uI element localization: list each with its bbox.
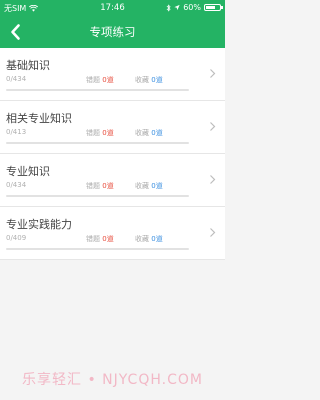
item-title: 基础知识 [6,59,50,72]
item-favorite-count: 收藏 0道 [135,128,163,138]
favorite-label: 收藏 [135,76,149,84]
favorite-label: 收藏 [135,235,149,243]
practice-list: 基础知识 0/434 错题 0道 收藏 0道 相关专业知识 0/413 错题 0… [0,48,225,260]
location-arrow-icon [174,4,180,11]
wrong-label: 错题 [86,182,100,190]
item-wrong-count: 错题 0道 [86,181,114,191]
item-wrong-count: 错题 0道 [86,128,114,138]
progress-bar [6,89,189,91]
wrong-value: 0道 [102,129,114,137]
wrong-value: 0道 [102,182,114,190]
item-progress: 0/413 [6,128,27,136]
item-progress: 0/434 [6,75,27,83]
favorite-label: 收藏 [135,129,149,137]
item-title: 专业知识 [6,165,50,178]
watermark: 乐享轻汇 • NJYCQH.COM [22,372,203,388]
page-title: 专项练习 [89,25,136,39]
progress-bar [6,195,189,197]
favorite-value: 0道 [151,129,163,137]
practice-item-professional-knowledge[interactable]: 专业知识 0/434 错题 0道 收藏 0道 [0,154,225,207]
bluetooth-icon [166,3,171,12]
item-favorite-count: 收藏 0道 [135,234,163,244]
item-title: 相关专业知识 [6,112,72,125]
item-progress: 0/409 [6,234,27,242]
favorite-label: 收藏 [135,182,149,190]
wrong-value: 0道 [102,76,114,84]
item-wrong-count: 错题 0道 [86,75,114,85]
wrong-label: 错题 [86,76,100,84]
battery-percent: 60% [183,3,201,12]
progress-bar [6,142,189,144]
wrong-label: 错题 [86,129,100,137]
item-wrong-count: 错题 0道 [86,234,114,244]
wrong-label: 错题 [86,235,100,243]
wrong-value: 0道 [102,235,114,243]
practice-item-related-knowledge[interactable]: 相关专业知识 0/413 错题 0道 收藏 0道 [0,101,225,154]
favorite-value: 0道 [151,76,163,84]
nav-bar: 专项练习 [0,16,225,48]
item-progress: 0/434 [6,181,27,189]
chevron-right-icon [210,69,216,78]
favorite-value: 0道 [151,235,163,243]
chevron-right-icon [210,228,216,237]
practice-item-basic-knowledge[interactable]: 基础知识 0/434 错题 0道 收藏 0道 [0,48,225,101]
practice-item-professional-practice[interactable]: 专业实践能力 0/409 错题 0道 收藏 0道 [0,207,225,260]
chevron-right-icon [210,122,216,131]
item-favorite-count: 收藏 0道 [135,75,163,85]
item-favorite-count: 收藏 0道 [135,181,163,191]
status-bar: 无SIM 17:46 60% [0,0,225,16]
item-title: 专业实践能力 [6,218,72,231]
chevron-right-icon [210,175,216,184]
favorite-value: 0道 [151,182,163,190]
progress-bar [6,248,189,250]
battery-icon [204,4,223,11]
